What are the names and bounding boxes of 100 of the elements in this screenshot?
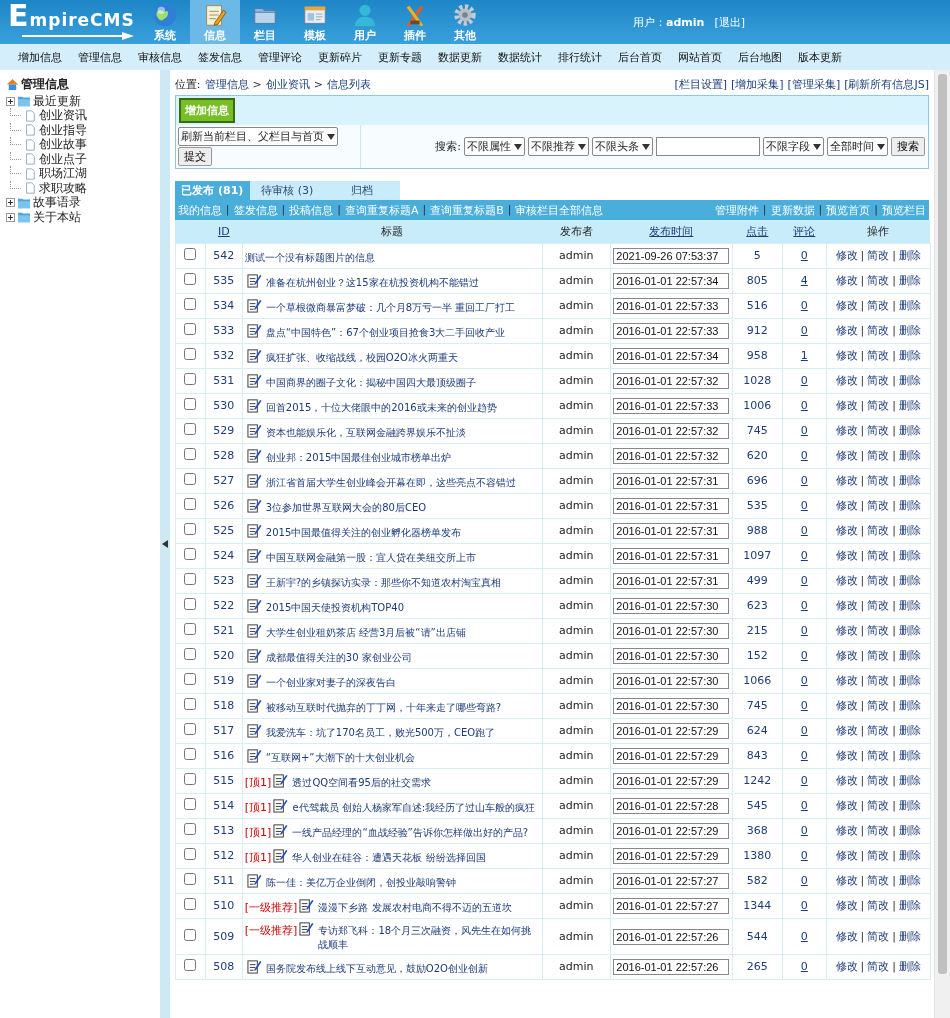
menu-link[interactable]: 更新碎片 [318,49,362,65]
time-field[interactable]: 2016-01-01 22:57:29 [613,748,730,764]
action-link[interactable]: 修改 [835,929,858,944]
action-link[interactable]: 删除 [899,324,922,338]
action-link[interactable]: 简改 [867,349,890,363]
action-link[interactable]: 修改 [835,349,858,363]
action-link[interactable]: 删除 [899,899,922,913]
action-link[interactable]: 修改 [835,599,858,613]
action-link[interactable]: 简改 [867,749,890,763]
action-link[interactable]: 删除 [899,599,922,613]
comments-link[interactable]: 0 [800,449,808,462]
time-field[interactable]: 2016-01-01 22:57:34 [613,348,730,364]
breadcrumb-link[interactable]: 管理信息 [204,76,249,92]
action-link[interactable]: 简改 [867,849,890,863]
action-link[interactable]: 修改 [835,249,858,263]
time-field[interactable]: 2016-01-01 22:57:33 [613,398,730,414]
menu-link[interactable]: 网站首页 [678,49,722,65]
time-field[interactable]: 2016-01-01 22:57:31 [613,573,730,589]
comments-link[interactable]: 0 [800,374,808,387]
action-link[interactable]: 删除 [899,399,922,413]
action-link[interactable]: 简改 [867,524,890,538]
action-link[interactable]: 简改 [867,299,890,313]
time-field[interactable]: 2016-01-01 22:57:29 [613,773,730,789]
action-link[interactable]: 修改 [835,324,858,338]
action-link[interactable]: 简改 [867,424,890,438]
menu-link[interactable]: 数据更新 [438,49,482,65]
menu-link[interactable]: 管理评论 [258,49,302,65]
action-link[interactable]: 简改 [867,249,890,263]
action-link[interactable]: 修改 [835,724,858,738]
menu-link[interactable]: 版本更新 [798,49,842,65]
comments-link[interactable]: 0 [800,929,808,943]
time-field[interactable]: 2016-01-01 22:57:30 [613,623,730,639]
action-link[interactable]: 简改 [867,960,890,974]
title-link[interactable]: 漫漫下乡路 发展农村电商不得不迈的五道坎 [318,900,540,915]
row-checkbox[interactable] [184,673,197,685]
action-link[interactable]: 简改 [867,724,890,738]
action-link[interactable]: 删除 [899,699,922,713]
title-link[interactable]: 一线产品经理的“血战经验”告诉你怎样做出好的产品? [292,825,540,840]
action-link[interactable]: 修改 [835,774,858,788]
row-checkbox[interactable] [184,398,197,410]
action-link[interactable]: 删除 [899,799,922,813]
action-link[interactable]: 简改 [867,574,890,588]
menu-link[interactable]: 签发信息 [198,49,242,65]
breadcrumb-link[interactable]: 信息列表 [326,76,371,92]
comments-link[interactable]: 0 [800,824,808,837]
action-link[interactable]: 简改 [867,674,890,688]
time-field[interactable]: 2016-01-01 22:57:29 [613,823,730,839]
action-link[interactable]: 修改 [835,624,858,638]
comments-link[interactable]: 1 [800,349,808,362]
action-link[interactable]: 简改 [867,324,890,338]
action-link[interactable]: 修改 [835,474,858,488]
time-field[interactable]: 2016-01-01 22:57:29 [613,723,730,739]
row-checkbox[interactable] [184,573,197,585]
time-field[interactable]: 2016-01-01 22:57:31 [613,498,730,514]
action-link[interactable]: 简改 [867,929,890,944]
time-field[interactable]: 2016-01-01 22:57:34 [613,273,730,289]
row-checkbox[interactable] [184,848,197,860]
action-link[interactable]: 修改 [835,899,858,913]
action-link[interactable]: 简改 [867,374,890,388]
time-field[interactable]: 2016-01-01 22:57:30 [613,673,730,689]
row-checkbox[interactable] [184,373,197,385]
time-field[interactable]: 2016-01-01 22:57:26 [613,928,730,945]
action-link[interactable]: 删除 [899,874,922,888]
row-checkbox[interactable] [184,748,197,760]
action-link[interactable]: 简改 [867,449,890,463]
action-link[interactable]: 删除 [899,929,922,944]
action-link[interactable]: 删除 [899,249,922,263]
action-link[interactable]: 简改 [867,874,890,888]
action-link[interactable]: 修改 [835,849,858,863]
action-link[interactable]: 修改 [835,499,858,513]
filter-select[interactable]: 不限推荐 [528,137,589,156]
action-link[interactable]: 删除 [899,299,922,313]
row-checkbox[interactable] [184,723,197,735]
row-checkbox[interactable] [184,273,197,285]
action-link[interactable]: 删除 [899,649,922,663]
time-field[interactable]: 2016-01-01 22:57:27 [613,873,730,889]
action-link[interactable]: 简改 [867,599,890,613]
expand-icon[interactable] [6,96,15,106]
row-checkbox[interactable] [184,598,197,610]
menu-link[interactable]: 管理信息 [78,49,122,65]
row-checkbox[interactable] [184,623,197,635]
expand-icon[interactable] [6,198,15,208]
search-button[interactable]: 搜索 [891,137,925,156]
row-checkbox[interactable] [184,898,197,910]
time-field[interactable]: 2016-01-01 22:57:29 [613,848,730,864]
action-link[interactable]: 简改 [867,549,890,563]
action-link[interactable]: 删除 [899,374,922,388]
comments-link[interactable]: 0 [800,424,808,437]
action-link[interactable]: 修改 [835,574,858,588]
comments-link[interactable]: 0 [800,674,808,687]
action-link[interactable]: 删除 [899,749,922,763]
action-link[interactable]: 删除 [899,499,922,513]
menu-link[interactable]: 数据统计 [498,49,542,65]
action-link[interactable]: 删除 [899,774,922,788]
filter-select[interactable]: 全部时间 [827,137,888,156]
action-link[interactable]: 简改 [867,899,890,913]
filter-select[interactable]: 不限属性 [464,137,525,156]
action-link[interactable]: 简改 [867,799,890,813]
comments-link[interactable]: 0 [800,724,808,737]
time-field[interactable]: 2016-01-01 22:57:26 [613,959,730,975]
